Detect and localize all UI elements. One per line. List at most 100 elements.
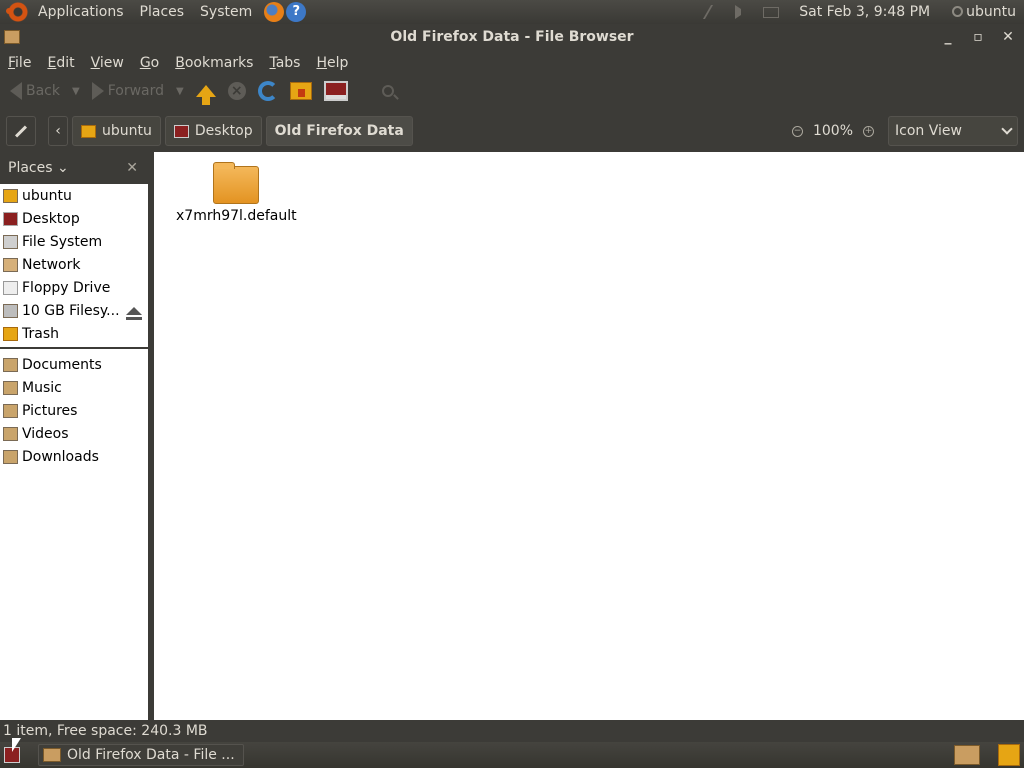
menu-tabs[interactable]: Tabs [261, 55, 308, 71]
pencil-icon [14, 124, 28, 138]
sidebar-item-file-system[interactable]: File System [0, 230, 148, 253]
back-history-dropdown[interactable]: ▼ [68, 76, 84, 106]
breadcrumb-scroll-left-button[interactable]: ‹ [48, 116, 68, 146]
location-bar: ‹ ubuntu Desktop Old Firefox Data − 100%… [0, 113, 1024, 149]
sidebar-item-desktop[interactable]: Desktop [0, 207, 148, 230]
menubar: File Edit View Go Bookmarks Tabs Help [0, 51, 1024, 75]
sidebar-item-floppy-drive[interactable]: Floppy Drive [0, 276, 148, 299]
firefox-launcher-icon[interactable] [264, 2, 285, 22]
mouse-cursor-icon [12, 738, 21, 752]
file-view[interactable]: x7mrh97l.default [154, 152, 1024, 720]
chevron-down-icon: ⌄ [56, 160, 69, 176]
trash-applet-icon[interactable] [998, 744, 1020, 766]
home-folder-icon [289, 82, 312, 100]
home-button[interactable] [286, 76, 316, 106]
taskbar-window-button[interactable]: Old Firefox Data - File ... [38, 744, 244, 766]
sidebar-type-select[interactable]: Places ⌄ [8, 160, 69, 176]
folder-icon [3, 449, 18, 464]
folder-icon [3, 426, 18, 441]
user-menu[interactable]: ubuntu [952, 4, 1016, 20]
workspace-switcher[interactable] [954, 745, 980, 765]
menu-bookmarks[interactable]: Bookmarks [167, 55, 261, 71]
toolbar: Back ▼ Forward ▼ × [0, 75, 1024, 107]
maximize-button[interactable]: ▫ [970, 24, 986, 51]
menu-edit[interactable]: Edit [39, 55, 82, 71]
places-menu[interactable]: Places [132, 0, 193, 24]
power-icon [952, 6, 964, 17]
mail-icon[interactable] [763, 6, 780, 18]
zoom-level: 100% [812, 123, 853, 139]
breadcrumb-old-firefox-data[interactable]: Old Firefox Data [265, 116, 413, 146]
sidebar-item-documents[interactable]: Documents [0, 353, 148, 376]
sidebar-close-button[interactable]: ✕ [126, 160, 138, 176]
sidebar-item-downloads[interactable]: Downloads [0, 445, 148, 468]
zoom-in-button[interactable]: + [863, 125, 874, 137]
filesystem-icon [3, 234, 18, 249]
sidebar-item-videos[interactable]: Videos [0, 422, 148, 445]
minimize-button[interactable]: _ [940, 24, 956, 51]
file-name: x7mrh97l.default [176, 208, 297, 224]
search-icon [381, 85, 394, 97]
menu-file[interactable]: File [0, 55, 39, 71]
folder-icon [213, 162, 259, 204]
home-folder-icon [81, 124, 96, 138]
back-button[interactable]: Back [6, 76, 64, 106]
stop-button[interactable]: × [224, 76, 250, 106]
reload-button[interactable] [254, 76, 282, 106]
folder-icon [3, 403, 18, 418]
zoom-control: − 100% + [791, 123, 874, 139]
reload-icon [257, 81, 278, 101]
desktop-icon [173, 124, 189, 138]
file-browser-icon [43, 748, 61, 762]
forward-label: Forward [107, 83, 165, 99]
forward-arrow-icon [91, 82, 104, 100]
menu-help[interactable]: Help [308, 55, 356, 71]
menu-go[interactable]: Go [132, 55, 167, 71]
system-menu[interactable]: System [192, 0, 260, 24]
stop-icon: × [227, 82, 246, 100]
eject-icon[interactable] [126, 306, 142, 320]
sidebar-item-network[interactable]: Network [0, 253, 148, 276]
up-button[interactable] [192, 76, 220, 106]
file-item[interactable]: x7mrh97l.default [176, 162, 297, 224]
sidebar-header: Places ⌄ ✕ [0, 152, 148, 184]
top-panel: Applications Places System ? Sat Feb 3, … [0, 0, 1024, 24]
toggle-location-entry-button[interactable] [6, 116, 36, 146]
help-launcher-icon[interactable]: ? [286, 2, 307, 22]
status-bar: 1 item, Free space: 240.3 MB [0, 720, 1024, 742]
breadcrumb-ubuntu[interactable]: ubuntu [72, 116, 161, 146]
search-button[interactable] [378, 76, 398, 106]
desktop-icon [3, 211, 18, 226]
folder-icon [3, 380, 18, 395]
zoom-out-button[interactable]: − [791, 125, 803, 137]
breadcrumb-desktop[interactable]: Desktop [164, 116, 262, 146]
bottom-panel: Old Firefox Data - File ... [0, 742, 1024, 768]
chevron-down-icon [1001, 123, 1013, 135]
clock[interactable]: Sat Feb 3, 9:48 PM [799, 4, 930, 20]
trash-icon [3, 326, 18, 341]
window-title: Old Firefox Data - File Browser [390, 29, 634, 45]
window-titlebar[interactable]: Old Firefox Data - File Browser _ ▫ ✕ [0, 24, 1024, 51]
sidebar-item-trash[interactable]: Trash [0, 322, 148, 345]
computer-icon [323, 81, 348, 101]
places-sidebar: Places ⌄ ✕ ubuntu Desktop File System Ne… [0, 152, 148, 720]
close-button[interactable]: ✕ [1000, 24, 1016, 51]
volume-icon[interactable] [735, 5, 751, 19]
menu-view[interactable]: View [83, 55, 132, 71]
folder-icon [3, 357, 18, 372]
home-icon [3, 188, 18, 203]
network-icon [3, 257, 18, 272]
view-mode-select[interactable]: Icon View [888, 116, 1018, 146]
sidebar-item-music[interactable]: Music [0, 376, 148, 399]
network-status-icon[interactable] [703, 5, 728, 19]
sidebar-item-ubuntu[interactable]: ubuntu [0, 184, 148, 207]
harddisk-icon [3, 303, 18, 318]
forward-button[interactable]: Forward [88, 76, 168, 106]
forward-history-dropdown[interactable]: ▼ [172, 76, 188, 106]
sidebar-item-10gb-filesystem[interactable]: 10 GB Filesy... [0, 299, 148, 322]
sidebar-item-pictures[interactable]: Pictures [0, 399, 148, 422]
computer-button[interactable] [320, 76, 352, 106]
system-tray: Sat Feb 3, 9:48 PM ubuntu [703, 4, 1024, 20]
applications-menu[interactable]: Applications [30, 0, 132, 24]
ubuntu-logo-icon[interactable] [6, 2, 28, 22]
